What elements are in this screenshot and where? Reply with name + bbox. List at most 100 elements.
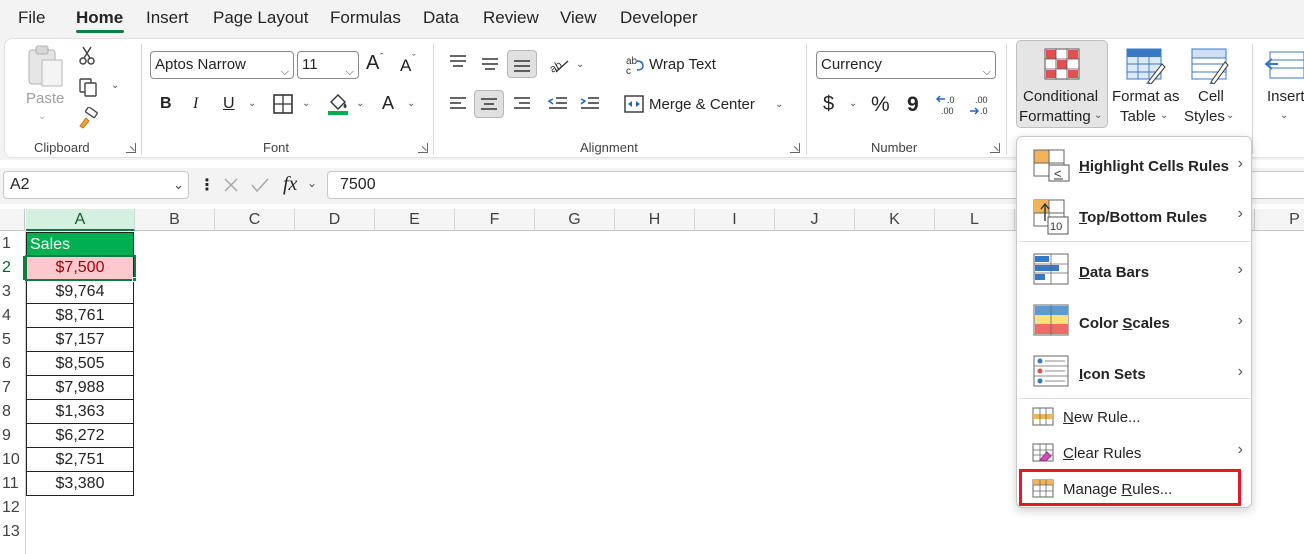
decrease-decimal-icon[interactable]: .00.0 [967, 93, 995, 117]
orientation-dropdown-icon[interactable]: ⌄ [576, 59, 584, 70]
shrink-font-icon[interactable]: A [400, 56, 411, 76]
menu-item-icon-sets[interactable]: Icon Sets › [1017, 351, 1253, 397]
font-color-icon[interactable]: A [382, 93, 394, 114]
row-header-11[interactable]: 11 [0, 472, 25, 496]
alignment-launcher-icon[interactable] [790, 143, 800, 153]
cell-A1[interactable]: Sales [26, 232, 134, 256]
number-format-select[interactable]: Currency ⌵ [816, 51, 996, 79]
underline-dropdown-icon[interactable]: ⌄ [248, 98, 256, 109]
top-align-icon[interactable] [448, 54, 468, 70]
font-family-select[interactable]: Aptos Narrow ⌵ [150, 51, 294, 79]
tab-page-layout[interactable]: Page Layout [213, 8, 308, 28]
row-header-4[interactable]: 4 [0, 304, 25, 328]
wrap-text-button[interactable]: Wrap Text [649, 56, 716, 73]
tab-home[interactable]: Home [76, 8, 123, 28]
row-header-8[interactable]: 8 [0, 400, 25, 424]
cell-A6[interactable]: $8,505 [26, 352, 134, 376]
align-center-button[interactable] [474, 90, 504, 118]
tab-view[interactable]: View [560, 8, 597, 28]
column-header-D[interactable]: D [295, 209, 375, 231]
menu-item-data-bars[interactable]: Data Bars › [1017, 249, 1253, 295]
wrap-text-icon[interactable]: abc [625, 55, 645, 75]
column-header-K[interactable]: K [855, 209, 935, 231]
cell-A5[interactable]: $7,157 [26, 328, 134, 352]
paste-dropdown-icon[interactable]: ⌄ [38, 111, 46, 122]
column-header-H[interactable]: H [615, 209, 695, 231]
row-header-7[interactable]: 7 [0, 376, 25, 400]
font-color-dropdown-icon[interactable]: ⌄ [407, 98, 415, 109]
column-header-E[interactable]: E [375, 209, 455, 231]
tab-data[interactable]: Data [423, 8, 459, 28]
row-header-9[interactable]: 9 [0, 424, 25, 448]
menu-item-top-bottom-rules[interactable]: 10 Top/Bottom Rules › [1017, 195, 1253, 239]
bottom-align-button[interactable] [507, 50, 537, 78]
tab-insert[interactable]: Insert [146, 8, 189, 28]
paste-icon[interactable] [26, 44, 66, 88]
row-header-5[interactable]: 5 [0, 328, 25, 352]
fill-color-icon[interactable] [327, 92, 349, 116]
font-launcher-icon[interactable] [418, 143, 428, 153]
align-right-icon[interactable] [512, 96, 532, 112]
align-left-icon[interactable] [448, 96, 468, 112]
row-header-13[interactable]: 13 [0, 520, 25, 544]
copy-dropdown-icon[interactable]: ⌄ [111, 80, 119, 91]
menu-item-highlight-cells-rules[interactable]: < Highlight Cells Rules › [1017, 145, 1253, 189]
currency-button[interactable]: $ [823, 93, 834, 116]
menu-item-clear-rules[interactable]: Clear Rules › [1017, 439, 1253, 469]
more-options-icon[interactable]: ⋮ [199, 175, 215, 195]
fill-color-dropdown-icon[interactable]: ⌄ [356, 98, 364, 109]
percent-button[interactable]: % [871, 93, 890, 117]
clipboard-launcher-icon[interactable] [126, 143, 136, 153]
menu-item-new-rule[interactable]: New Rule... [1017, 403, 1253, 433]
format-as-table-icon[interactable] [1126, 48, 1166, 84]
cell-A9[interactable]: $6,272 [26, 424, 134, 448]
name-box[interactable]: A2 ⌄ [3, 171, 189, 199]
cell-A4[interactable]: $8,761 [26, 304, 134, 328]
row-header-1[interactable]: 1 [0, 232, 25, 256]
cell-styles-icon[interactable] [1191, 48, 1231, 84]
column-header-G[interactable]: G [535, 209, 615, 231]
tab-developer[interactable]: Developer [620, 8, 698, 28]
column-header-J[interactable]: J [775, 209, 855, 231]
row-header-10[interactable]: 10 [0, 448, 25, 472]
chevron-down-icon[interactable]: ⌄ [307, 176, 317, 190]
tab-file[interactable]: File [18, 8, 45, 28]
insert-cells-icon[interactable] [1264, 50, 1304, 82]
grow-font-icon[interactable]: A [366, 52, 379, 75]
italic-button[interactable]: I [193, 95, 198, 113]
fill-handle[interactable] [132, 277, 137, 282]
merge-center-icon[interactable] [624, 95, 644, 113]
format-painter-icon[interactable] [77, 107, 99, 129]
tab-formulas[interactable]: Formulas [330, 8, 401, 28]
enter-icon[interactable] [250, 176, 270, 194]
row-header-2[interactable]: 2 [0, 256, 25, 280]
column-header-P[interactable]: P [1255, 209, 1304, 231]
column-header-C[interactable]: C [215, 209, 295, 231]
cell-A11[interactable]: $3,380 [26, 472, 134, 496]
middle-align-icon[interactable] [480, 56, 500, 72]
menu-item-color-scales[interactable]: Color Scales › [1017, 300, 1253, 346]
cancel-icon[interactable] [222, 176, 240, 194]
comma-style-button[interactable]: 9 [907, 93, 919, 117]
cell-A8[interactable]: $1,363 [26, 400, 134, 424]
row-header-12[interactable]: 12 [0, 496, 25, 520]
decrease-indent-icon[interactable] [547, 96, 569, 112]
tab-review[interactable]: Review [483, 8, 539, 28]
column-header-I[interactable]: I [695, 209, 775, 231]
column-header-B[interactable]: B [135, 209, 215, 231]
cut-icon[interactable] [78, 46, 96, 66]
borders-icon[interactable] [273, 94, 293, 114]
paste-label[interactable]: Paste [26, 90, 64, 107]
cell-A3[interactable]: $9,764 [26, 280, 134, 304]
increase-decimal-icon[interactable]: .0.00 [935, 93, 963, 117]
font-size-select[interactable]: 11 ⌵ [297, 51, 359, 79]
column-header-F[interactable]: F [455, 209, 535, 231]
borders-dropdown-icon[interactable]: ⌄ [302, 98, 310, 109]
cell-A10[interactable]: $2,751 [26, 448, 134, 472]
merge-dropdown-icon[interactable]: ⌄ [775, 99, 783, 110]
format-as-table-label-1[interactable]: Format as [1112, 88, 1180, 105]
insert-function-button[interactable]: fx [283, 173, 297, 196]
cell-styles-label-1[interactable]: Cell [1198, 88, 1224, 105]
insert-cells-button[interactable]: Insert [1267, 88, 1304, 105]
format-as-table-label-2[interactable]: Table [1120, 108, 1156, 125]
